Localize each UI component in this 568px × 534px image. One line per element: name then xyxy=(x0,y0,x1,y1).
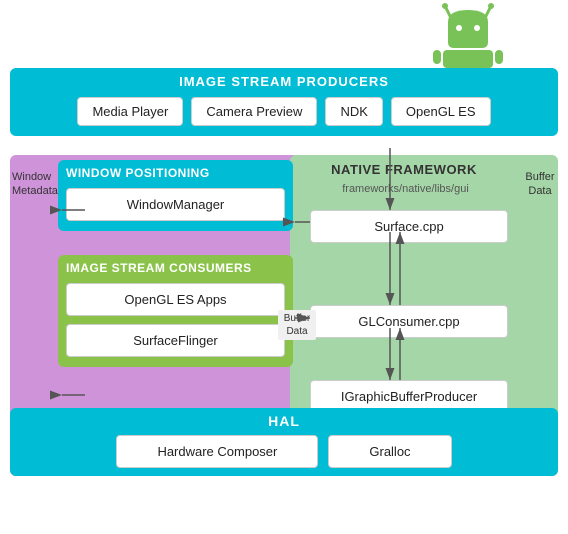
window-positioning-title: WINDOW POSITIONING xyxy=(66,166,285,180)
window-positioning-section: WINDOW POSITIONING WindowManager xyxy=(58,160,293,231)
image-stream-producers-section: IMAGE STREAM PRODUCERS Media Player Came… xyxy=(10,68,558,136)
glconsumer-cpp-box: GLConsumer.cpp xyxy=(310,305,508,338)
image-stream-consumers-title: IMAGE STREAM CONSUMERS xyxy=(66,261,285,275)
hal-title: HAL xyxy=(20,413,548,429)
image-stream-consumers-section: IMAGE STREAM CONSUMERS OpenGL ES Apps Su… xyxy=(58,255,293,367)
buffer-data-label-mid: BufferData xyxy=(278,310,316,340)
surface-cpp-box: Surface.cpp xyxy=(310,210,508,243)
diagram-container: IMAGE STREAM PRODUCERS Media Player Came… xyxy=(0,0,568,534)
android-mascot xyxy=(428,0,508,70)
native-framework-subtitle: frameworks/native/libs/gui xyxy=(298,183,513,195)
producers-box-container: Media Player Camera Preview NDK OpenGL E… xyxy=(20,97,548,126)
hal-section: HAL Hardware Composer Gralloc xyxy=(10,408,558,476)
producer-ndk: NDK xyxy=(325,97,382,126)
producer-opengl-es: OpenGL ES xyxy=(391,97,491,126)
window-metadata-label: WindowMetadata xyxy=(12,170,57,199)
window-manager-box: WindowManager xyxy=(66,188,285,221)
hal-gralloc: Gralloc xyxy=(328,435,451,468)
consumer-surface-flinger: SurfaceFlinger xyxy=(66,324,285,357)
hal-hardware-composer: Hardware Composer xyxy=(116,435,318,468)
buffer-data-label-right: BufferData xyxy=(520,170,560,199)
native-framework-title: NATIVE FRAMEWORK xyxy=(298,162,510,177)
consumer-opengl-es-apps: OpenGL ES Apps xyxy=(66,283,285,316)
producer-camera-preview: Camera Preview xyxy=(191,97,317,126)
producer-media-player: Media Player xyxy=(77,97,183,126)
hal-box-container: Hardware Composer Gralloc xyxy=(20,435,548,468)
image-stream-producers-title: IMAGE STREAM PRODUCERS xyxy=(20,74,548,89)
